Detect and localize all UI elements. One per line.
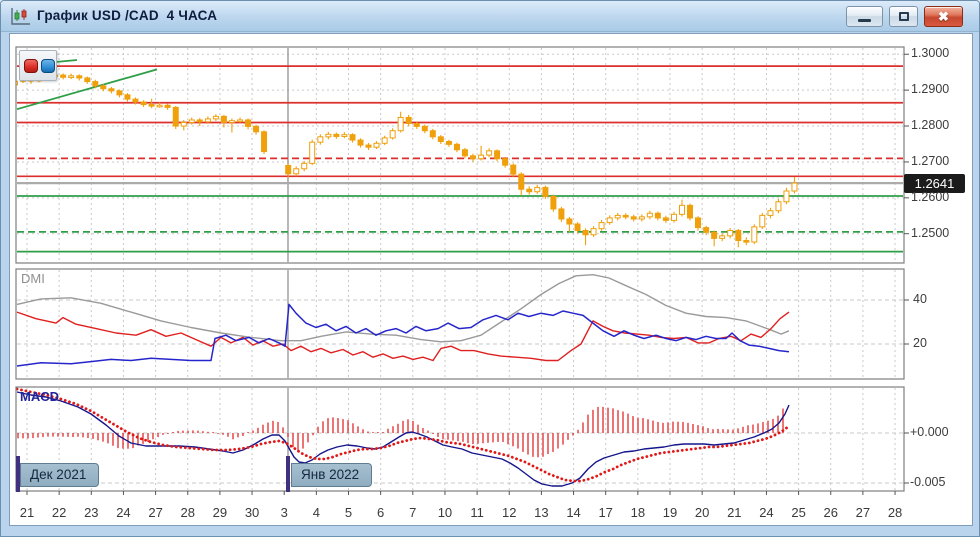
instrument-toolbar (19, 50, 57, 81)
maximize-icon (899, 12, 909, 21)
red-series-button[interactable] (24, 59, 38, 73)
title-bar[interactable]: График USD /CAD 4 ЧАСА ✖ (1, 1, 980, 32)
close-icon: ✖ (925, 7, 962, 26)
window-title: График USD /CAD 4 ЧАСА (37, 8, 217, 23)
blue-series-button[interactable] (41, 59, 55, 73)
month-badge: Дек 2021 (20, 463, 99, 487)
chart-app-icon (10, 7, 32, 27)
close-button[interactable]: ✖ (924, 6, 963, 27)
month-badge: Янв 2022 (291, 463, 372, 487)
minimize-button[interactable] (846, 6, 883, 27)
chart-canvas[interactable] (16, 47, 904, 491)
maximize-button[interactable] (889, 6, 918, 27)
current-price-badge: 1.2641 (904, 174, 965, 193)
app-window: График USD /CAD 4 ЧАСА ✖ DMI MACD 1.2641… (0, 0, 980, 537)
minimize-icon (858, 19, 871, 22)
